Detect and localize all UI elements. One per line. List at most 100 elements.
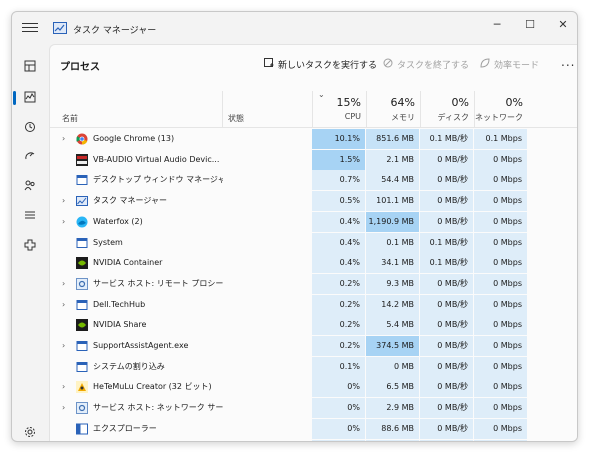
expand-chevron-icon[interactable]: › bbox=[62, 377, 65, 397]
window-title: タスク マネージャー bbox=[73, 26, 157, 36]
task-manager-icon bbox=[76, 195, 88, 207]
disk-cell: 0 MB/秒 bbox=[420, 315, 473, 336]
process-name: VB-AUDIO Virtual Audio Devic... bbox=[93, 154, 220, 164]
sidebar-nav bbox=[12, 44, 48, 440]
process-table: › Google Chrome (13) 10.1% 851.6 MB 0.1 MB/秒… bbox=[50, 129, 577, 441]
expand-chevron-icon[interactable]: › bbox=[62, 336, 65, 356]
history-icon[interactable] bbox=[18, 118, 42, 140]
table-row[interactable]: NVIDIA Container 0.4% 34.1 MB 0.1 MB/秒 0 Mbp… bbox=[50, 253, 577, 274]
processes-icon[interactable] bbox=[18, 57, 42, 79]
cpu-cell: 0.5% bbox=[312, 191, 365, 212]
table-row[interactable]: デスクトップ ウィンドウ マネージャー 0.7% 54.4 MB 0 MB/秒 0 Mb… bbox=[50, 170, 577, 191]
leaf-icon bbox=[480, 58, 490, 71]
efficiency-mode-button[interactable]: 効率モード bbox=[480, 58, 539, 71]
table-row[interactable]: › サービス ホスト: ネットワーク サービス 0%2.9 MB0 MB/秒0 Mb… bbox=[50, 398, 577, 419]
disk-cell: 0.1 MB/秒 bbox=[420, 253, 473, 274]
expand-chevron-icon[interactable]: › bbox=[62, 212, 65, 232]
column-header-name[interactable]: 名前 bbox=[50, 91, 222, 127]
expand-chevron-icon[interactable]: › bbox=[62, 191, 65, 211]
minimize-button[interactable]: ─ bbox=[481, 14, 513, 36]
mem-cell: 6.5 MB bbox=[366, 377, 419, 398]
cpu-cell: 0.2% bbox=[312, 315, 365, 336]
table-row[interactable]: › HeTeMuLu Creator (32 ビット) 0% 6.5 MB 0 MB/秒… bbox=[50, 377, 577, 398]
mem-cell: 2.1 MB bbox=[366, 149, 419, 170]
chrome-icon bbox=[76, 133, 88, 145]
expand-chevron-icon[interactable]: › bbox=[62, 398, 65, 418]
run-new-task-button[interactable]: 新しいタスクを実行する bbox=[264, 58, 377, 71]
table-row[interactable]: System 0.4% 0.1 MB 0.1 MB/秒 0 Mbps bbox=[50, 232, 577, 253]
cpu-cell: 0.2% bbox=[312, 294, 365, 315]
mem-cell: 54.4 MB bbox=[366, 170, 419, 191]
details-icon[interactable] bbox=[18, 206, 42, 228]
expand-chevron-icon[interactable]: › bbox=[62, 274, 65, 294]
mem-cell: 1,190.9 MB bbox=[366, 211, 419, 232]
net-cell: 0 Mbps bbox=[474, 149, 527, 170]
maximize-button[interactable]: ☐ bbox=[514, 14, 546, 36]
table-row[interactable]: › タスク マネージャー 0.5% 101.1 MB 0 MB/秒 0 Mbps bbox=[50, 191, 577, 212]
table-row[interactable]: › Dell.TechHub 0.2% 14.2 MB 0 MB/秒 0 Mbps bbox=[50, 294, 577, 315]
process-name: システムの割り込み bbox=[93, 361, 165, 371]
mem-cell: 0.1 MB bbox=[366, 232, 419, 253]
cpu-cell: 0.2% bbox=[312, 273, 365, 294]
nvidia-icon bbox=[76, 319, 88, 332]
column-header-cpu[interactable]: ⌄ 15% CPU bbox=[312, 90, 366, 127]
table-row[interactable]: Authme 0%7.3 MB0 MB/秒0 Mbps bbox=[50, 439, 577, 441]
users-icon[interactable] bbox=[18, 176, 42, 198]
end-task-button[interactable]: タスクを終了する bbox=[383, 58, 469, 71]
mem-cell: 14.2 MB bbox=[366, 294, 419, 315]
waterfox-icon bbox=[76, 216, 88, 228]
cpu-cell: 0.4% bbox=[312, 232, 365, 253]
app-window-icon bbox=[76, 299, 88, 311]
expand-chevron-icon[interactable]: › bbox=[62, 295, 65, 315]
disk-cell: 0.1 MB/秒 bbox=[420, 129, 473, 149]
mem-cell: 88.6 MB bbox=[366, 418, 419, 439]
startup-icon[interactable] bbox=[18, 147, 42, 169]
column-header-disk[interactable]: 0% ディスク bbox=[420, 91, 474, 127]
net-cell: 0 Mbps bbox=[474, 211, 527, 232]
table-row[interactable]: NVIDIA Share 0.2% 5.4 MB 0 MB/秒 0 Mbps bbox=[50, 315, 577, 336]
column-header-memory[interactable]: 64% メモリ bbox=[366, 91, 420, 127]
expand-chevron-icon[interactable]: › bbox=[62, 129, 65, 149]
end-task-label: タスクを終了する bbox=[397, 61, 470, 71]
net-cell: 0 Mbps bbox=[474, 356, 527, 377]
cpu-cell: 0.4% bbox=[312, 211, 365, 232]
net-cell: 0 Mbps bbox=[474, 418, 527, 439]
services-icon[interactable] bbox=[18, 236, 42, 258]
table-row[interactable]: VB-AUDIO Virtual Audio Devic... 1.5% 2.1 M… bbox=[50, 149, 577, 170]
process-name: Waterfox (2) bbox=[93, 216, 143, 226]
cpu-cell: 0.4% bbox=[312, 253, 365, 274]
mem-cell: 2.9 MB bbox=[366, 398, 419, 419]
service-host-icon bbox=[76, 402, 88, 415]
table-row[interactable]: エクスプローラー 0% 88.6 MB 0 MB/秒 0 Mbps bbox=[50, 418, 577, 439]
disk-cell: 0 MB/秒 bbox=[420, 294, 473, 315]
vbaudio-icon bbox=[76, 153, 88, 166]
mem-cell: 374.5 MB bbox=[366, 336, 419, 356]
mem-cell: 851.6 MB bbox=[366, 129, 419, 149]
more-options-icon[interactable]: ... bbox=[561, 55, 575, 69]
table-row[interactable]: システムの割り込み 0.1% 0 MB 0 MB/秒 0 Mbps bbox=[50, 356, 577, 377]
column-header-status[interactable]: 状態 bbox=[222, 91, 312, 127]
hamburger-menu-icon[interactable] bbox=[22, 20, 38, 34]
table-row[interactable]: › Google Chrome (13) 10.1% 851.6 MB 0.1 MB/秒… bbox=[50, 129, 577, 149]
table-row[interactable]: › サービス ホスト: リモート プロシージ... 0.2%9.3 MB0 MB/秒… bbox=[50, 273, 577, 294]
sort-chevron-icon: ⌄ bbox=[318, 90, 325, 99]
process-name: System bbox=[93, 237, 123, 247]
title-bar: タスク マネージャー ─ ☐ ✕ bbox=[12, 12, 577, 44]
settings-icon[interactable] bbox=[18, 423, 42, 441]
cpu-cell: 0% bbox=[312, 418, 365, 439]
column-header-network[interactable]: 0% ネットワーク bbox=[474, 91, 528, 127]
close-button[interactable]: ✕ bbox=[547, 14, 577, 36]
net-cell: 0 Mbps bbox=[474, 377, 527, 398]
process-name: タスク マネージャー bbox=[93, 196, 167, 206]
disk-cell: 0 MB/秒 bbox=[420, 439, 473, 441]
disk-cell: 0 MB/秒 bbox=[420, 273, 473, 294]
net-cell: 0 Mbps bbox=[474, 170, 527, 191]
process-name: SupportAssistAgent.exe bbox=[93, 341, 189, 350]
task-manager-app-icon bbox=[53, 22, 67, 34]
table-row[interactable]: › Waterfox (2) 0.4% 1,190.9 MB 0 MB/秒 0 Mbps bbox=[50, 211, 577, 232]
performance-icon[interactable] bbox=[18, 88, 42, 110]
run-new-task-label: 新しいタスクを実行する bbox=[278, 61, 378, 71]
cpu-cell: 0.1% bbox=[312, 356, 365, 377]
table-row[interactable]: › SupportAssistAgent.exe 0.2% 374.5 MB 0 MB/… bbox=[50, 336, 577, 356]
mem-cell: 34.1 MB bbox=[366, 253, 419, 274]
